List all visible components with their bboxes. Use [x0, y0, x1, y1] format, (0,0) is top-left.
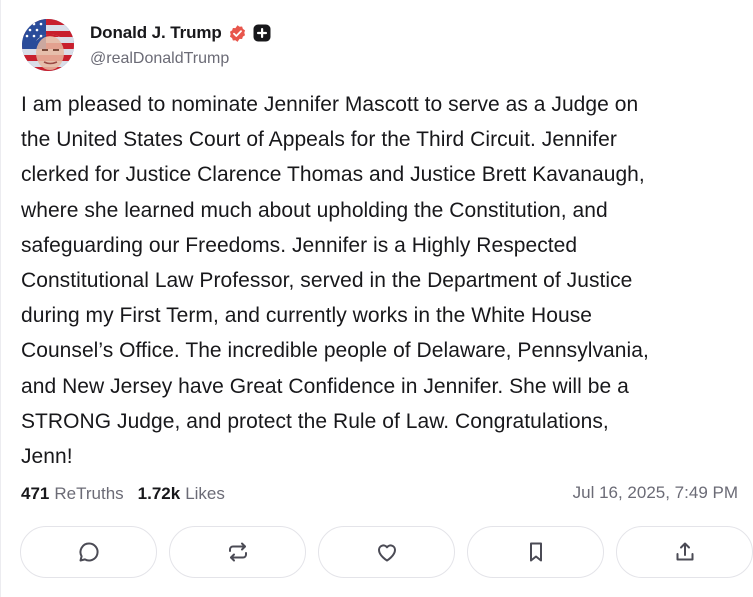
likes-stat[interactable]: 1.72k Likes	[138, 484, 225, 504]
post-line: clerked for Justice Clarence Thomas and …	[21, 163, 645, 187]
bookmark-button[interactable]	[467, 526, 604, 578]
post-line: where she learned much about upholding t…	[21, 198, 608, 222]
post-timestamp[interactable]: Jul 16, 2025, 7:49 PM	[573, 483, 738, 503]
post-card: Donald J. Trump @realDonaldTrump I am pl…	[0, 0, 753, 597]
verified-badge-icon	[228, 24, 247, 43]
retruth-icon	[228, 542, 247, 562]
like-button[interactable]	[318, 526, 455, 578]
reply-button[interactable]	[20, 526, 157, 578]
likes-count: 1.72k	[137, 484, 181, 503]
author-row: Donald J. Trump	[90, 21, 271, 45]
retruths-label: ReTruths	[54, 484, 124, 503]
avatar[interactable]	[22, 19, 74, 71]
like-icon	[377, 544, 396, 562]
post-line: and New Jersey have Great Confidence in …	[21, 374, 629, 398]
card-border	[0, 0, 1, 597]
share-button[interactable]	[616, 526, 753, 578]
post-line: I am pleased to nominate Jennifer Mascot…	[21, 93, 639, 116]
post-line: the United States Court of Appeals for t…	[21, 128, 617, 152]
post-line: STRONG Judge, and protect the Rule of La…	[21, 409, 609, 433]
post-line: Constitutional Law Professor, served in …	[21, 269, 633, 293]
share-icon	[676, 542, 693, 561]
reply-icon	[78, 542, 99, 562]
action-bar	[20, 526, 753, 580]
post-body: I am pleased to nominate Jennifer Mascot…	[21, 87, 741, 474]
bookmark-icon	[529, 542, 542, 562]
post-line: during my First Term, and currently work…	[21, 304, 592, 328]
retruths-stat[interactable]: 471 ReTruths	[21, 484, 124, 504]
author-handle[interactable]: @realDonaldTrump	[90, 50, 229, 68]
post-line: safeguarding our Freedoms. Jennifer is a…	[21, 233, 578, 257]
retruths-count: 471	[21, 484, 50, 503]
post-stats: 471 ReTruths 1.72k Likes	[21, 482, 225, 506]
retruth-button[interactable]	[169, 526, 306, 578]
avatar-image	[22, 19, 74, 71]
post-line: Jenn!	[21, 445, 73, 469]
display-name[interactable]: Donald J. Trump	[90, 23, 222, 43]
post-line: Counsel’s Office. The incredible people …	[21, 339, 649, 363]
plus-badge-icon	[253, 24, 271, 42]
likes-label: Likes	[185, 484, 225, 503]
